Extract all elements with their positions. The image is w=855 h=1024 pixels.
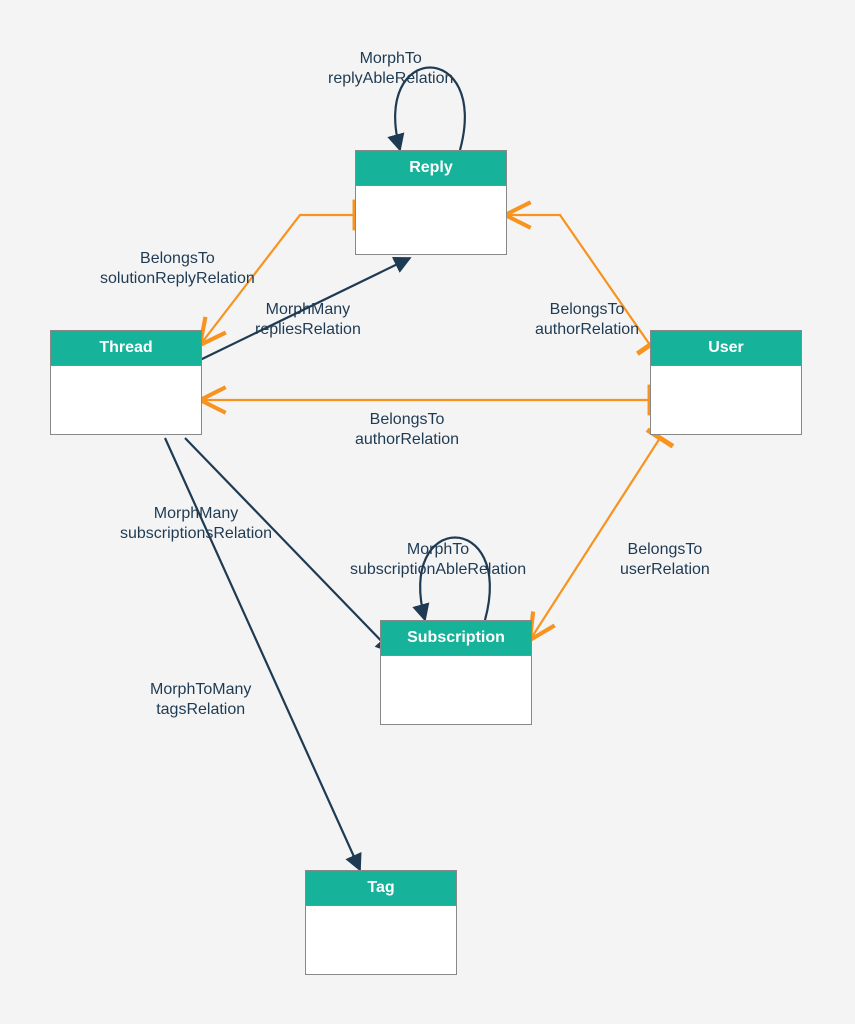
entity-reply-header: Reply	[356, 151, 506, 186]
entity-subscription[interactable]: Subscription	[380, 620, 532, 725]
edge-tags	[165, 438, 360, 870]
label-subscriptions: MorphMany subscriptionsRelation	[120, 504, 272, 544]
entity-reply[interactable]: Reply	[355, 150, 507, 255]
label-replies: MorphMany repliesRelation	[255, 300, 361, 340]
label-thread-author: BelongsTo authorRelation	[355, 410, 459, 450]
entity-tag-body	[306, 906, 456, 974]
entity-thread-header: Thread	[51, 331, 201, 366]
entity-tag-header: Tag	[306, 871, 456, 906]
edge-subscription-user	[530, 438, 660, 640]
label-subscription-user: BelongsTo userRelation	[620, 540, 710, 580]
label-solution-reply: BelongsTo solutionReplyRelation	[100, 249, 255, 289]
entity-reply-body	[356, 186, 506, 254]
entity-thread[interactable]: Thread	[50, 330, 202, 435]
entity-user-header: User	[651, 331, 801, 366]
label-tags: MorphToMany tagsRelation	[150, 680, 251, 720]
label-reply-author: BelongsTo authorRelation	[535, 300, 639, 340]
label-reply-self: MorphTo replyAbleRelation	[328, 49, 453, 89]
diagram-canvas: Thread Reply User Subscription Tag Morph…	[0, 0, 855, 1024]
entity-user-body	[651, 366, 801, 434]
label-subscription-self: MorphTo subscriptionAbleRelation	[350, 540, 526, 580]
entity-thread-body	[51, 366, 201, 434]
entity-tag[interactable]: Tag	[305, 870, 457, 975]
entity-subscription-body	[381, 656, 531, 724]
entity-subscription-header: Subscription	[381, 621, 531, 656]
entity-user[interactable]: User	[650, 330, 802, 435]
